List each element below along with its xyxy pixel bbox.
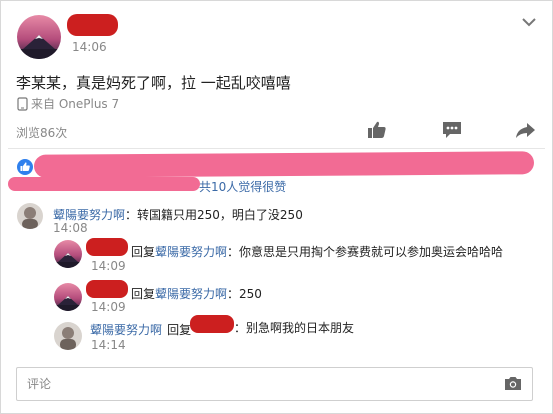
reply-author-redacted[interactable] xyxy=(86,238,128,256)
comment-text: ：转国籍只用250，明白了没250 xyxy=(125,208,303,222)
reply-time: 14:14 xyxy=(91,338,126,352)
reply-avatar[interactable] xyxy=(54,322,82,350)
reply-target[interactable]: 颦陽要努力啊 xyxy=(155,287,227,301)
reply-author[interactable]: 颦陽要努力啊 xyxy=(90,323,162,337)
reply-line: 回复颦陽要努力啊：250 xyxy=(131,283,262,302)
comment-icon[interactable] xyxy=(441,120,463,140)
comment-input-placeholder: 评论 xyxy=(27,377,52,391)
liker-names-redacted-2 xyxy=(8,177,200,191)
liker-names-redacted xyxy=(33,151,535,178)
reply-text: ：别急啊我的日本朋友 xyxy=(234,321,355,335)
reply-line: 回复颦陽要努力啊：你意思是只用掏个参赛费就可以参加奥运会哈哈哈 xyxy=(131,241,503,260)
chevron-down-icon[interactable] xyxy=(520,14,538,28)
reply-author-redacted[interactable] xyxy=(86,280,128,298)
thumbs-up-icon[interactable] xyxy=(366,120,388,140)
reply-target-redacted[interactable] xyxy=(190,315,234,333)
comment-author[interactable]: 颦陽要努力啊 xyxy=(53,208,125,222)
comment-input[interactable]: 评论 xyxy=(16,367,533,401)
camera-icon[interactable] xyxy=(504,375,522,391)
reply-text: ：250 xyxy=(227,287,262,301)
post-text: 李某某，真是妈死了啊，拉 一起乱咬嘻嘻 xyxy=(16,74,291,92)
comment-line: 颦陽要努力啊：转国籍只用250，明白了没250 xyxy=(53,204,303,223)
post-time: 14:06 xyxy=(72,40,107,54)
reply-prefix: 回复 xyxy=(131,245,156,259)
reply-time: 14:09 xyxy=(91,300,126,314)
reply-prefix: 回复 xyxy=(131,287,156,301)
reply-avatar[interactable] xyxy=(54,240,82,268)
author-avatar[interactable] xyxy=(17,15,61,59)
view-count: 浏览86次 xyxy=(16,126,68,140)
share-icon[interactable] xyxy=(514,120,536,140)
reply-text: ：你意思是只用掏个参赛费就可以参加奥运会哈哈哈 xyxy=(227,245,504,259)
separator xyxy=(8,148,545,149)
reply-time: 14:09 xyxy=(91,259,126,273)
reply-line: 颦陽要努力啊 回复 xyxy=(90,319,191,338)
reply-avatar[interactable] xyxy=(54,283,82,311)
author-name-redacted[interactable] xyxy=(67,14,118,36)
like-badge-icon xyxy=(17,159,33,175)
reply-prefix: 回复 xyxy=(167,323,192,337)
comment-time: 14:08 xyxy=(53,221,88,235)
device-label: 来自 OnePlus 7 xyxy=(31,97,120,111)
phone-icon xyxy=(17,96,28,111)
commenter-avatar[interactable] xyxy=(17,203,43,229)
likes-summary[interactable]: 共10人觉得很赞 xyxy=(199,178,286,195)
reply-target[interactable]: 颦陽要努力啊 xyxy=(155,245,227,259)
